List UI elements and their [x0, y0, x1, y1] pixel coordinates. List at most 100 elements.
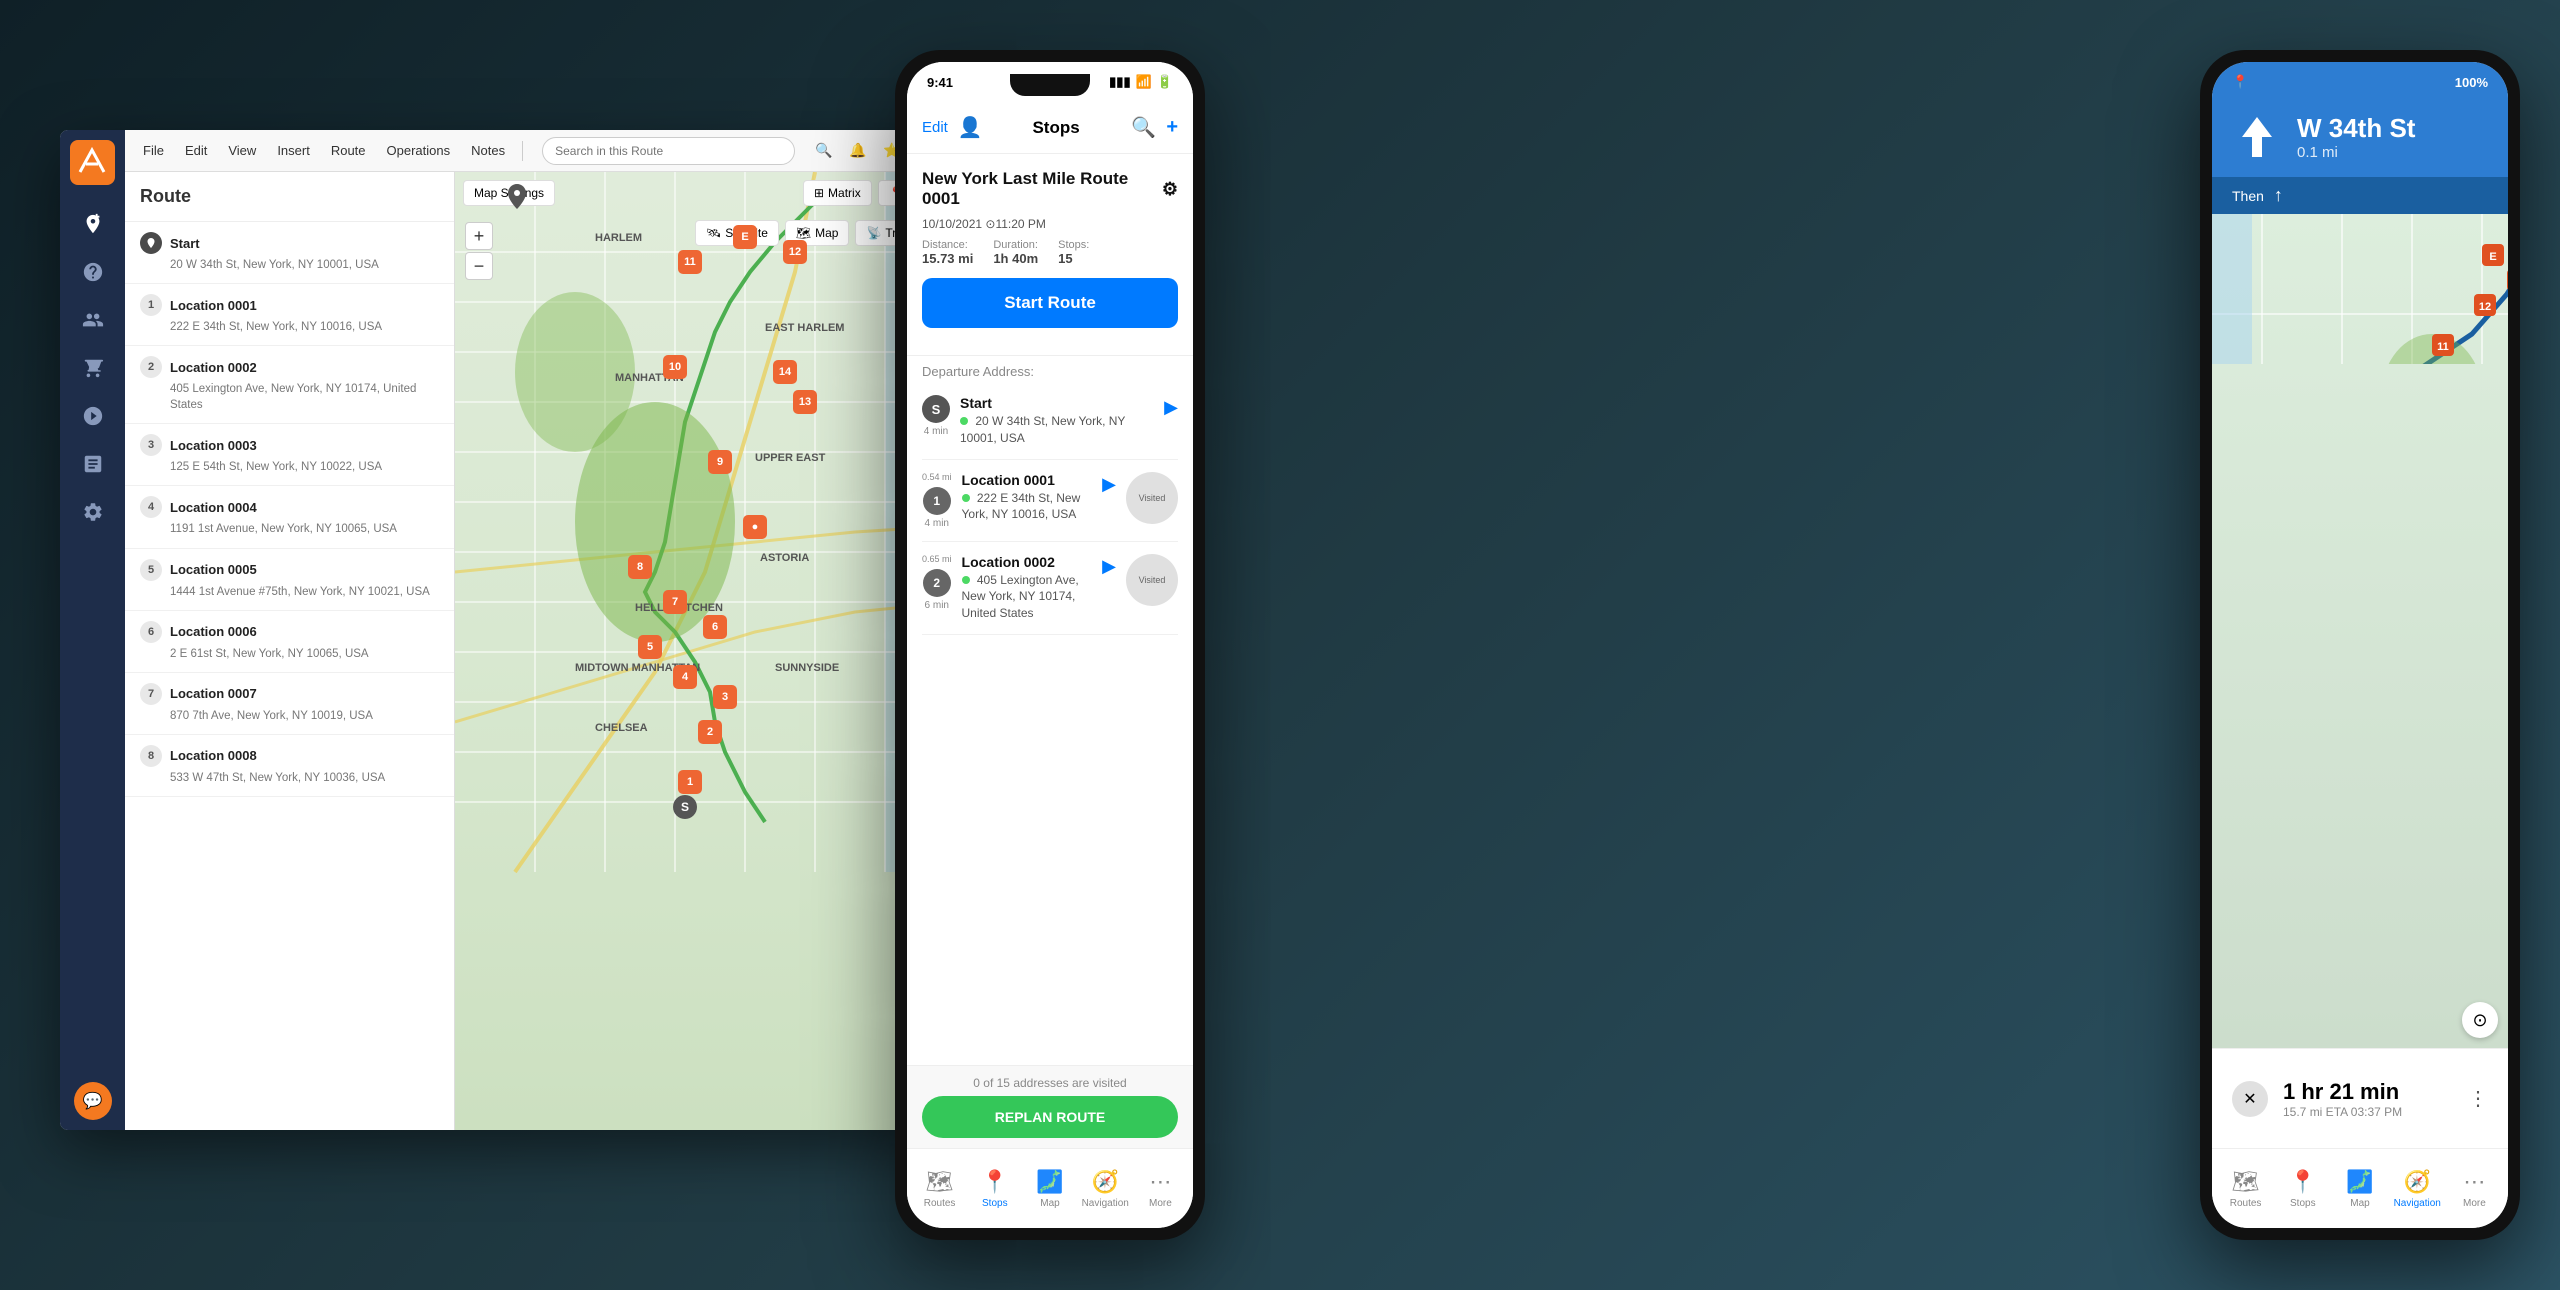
- map-area[interactable]: HARLEM MANHATTAN EAST HARLEM UPPER EAST …: [455, 172, 950, 1130]
- list-item[interactable]: 5 Location 0005 1444 1st Avenue #75th, N…: [125, 549, 454, 611]
- nav-navigation[interactable]: 🧭 Navigation: [1078, 1169, 1133, 1209]
- sidebar-icon-help[interactable]: [74, 253, 112, 291]
- nav-stops[interactable]: 📍 Stops: [967, 1169, 1022, 1209]
- phone2-nav-map[interactable]: 🗾 Map: [2331, 1169, 2388, 1209]
- map-marker-10[interactable]: 10: [663, 355, 687, 379]
- sidebar-icon-team[interactable]: [74, 397, 112, 435]
- zoom-in-btn[interactable]: +: [465, 222, 493, 250]
- svg-text:11: 11: [2437, 341, 2449, 353]
- sidebar-icon-analytics[interactable]: [74, 445, 112, 483]
- stop-time-2: 6 min: [925, 600, 949, 611]
- battery-100: 100%: [2455, 75, 2488, 90]
- sidebar-icon-addstop[interactable]: [74, 205, 112, 243]
- route-header-label: Route: [140, 186, 191, 207]
- nav-arrow-icon-2[interactable]: ▶: [1102, 554, 1116, 577]
- sidebar-icon-orders[interactable]: [74, 349, 112, 387]
- list-item[interactable]: 8 Location 0008 533 W 47th St, New York,…: [125, 735, 454, 797]
- map-marker-1[interactable]: 1: [678, 770, 702, 794]
- bell-icon[interactable]: 🔔: [844, 137, 872, 165]
- route-info-row: Distance: 15.73 mi Duration: 1h 40m Stop…: [922, 239, 1178, 266]
- nav-arrow-icon[interactable]: ▶: [1164, 395, 1178, 418]
- map-marker-11[interactable]: 11: [678, 250, 702, 274]
- search-header-icon[interactable]: 🔍: [1131, 115, 1156, 140]
- phone2-nav-routes[interactable]: 🗺 Routes: [2217, 1169, 2274, 1209]
- nav-more[interactable]: ⋯ More: [1133, 1169, 1188, 1209]
- nav-close-btn[interactable]: ✕: [2232, 1081, 2268, 1117]
- app-logo[interactable]: [70, 140, 115, 185]
- stop-info-1: Location 0001 222 E 34th St, New York, N…: [962, 472, 1093, 524]
- map-marker-p[interactable]: ●: [743, 515, 767, 539]
- phone2-nav-more[interactable]: ⋯ More: [2446, 1169, 2503, 1209]
- phone2-nav-navigation[interactable]: 🧭 Navigation: [2389, 1169, 2446, 1209]
- route-start-item[interactable]: Start 20 W 34th St, New York, NY 10001, …: [125, 222, 454, 284]
- stop-address-1: 222 E 34th St, New York, NY 10016, USA: [962, 490, 1093, 524]
- phone-1-body: 9:41 ▮▮▮ 📶 🔋 Edit 👤 Stops 🔍 +: [907, 62, 1193, 1228]
- list-item[interactable]: 1 Location 0001 222 E 34th St, New York,…: [125, 284, 454, 346]
- map-marker-2[interactable]: 2: [698, 720, 722, 744]
- sidebar-chat-icon[interactable]: 💬: [74, 1082, 112, 1120]
- map-marker-8[interactable]: 8: [628, 555, 652, 579]
- map-marker-13[interactable]: 13: [793, 390, 817, 414]
- matrix-btn[interactable]: ⊞ Matrix: [803, 180, 872, 206]
- stops-list: Departure Address: S 4 min Start 20 W 34…: [907, 356, 1193, 1065]
- edit-btn[interactable]: Edit: [922, 119, 948, 136]
- map-marker-14[interactable]: 14: [773, 360, 797, 384]
- stop-line: S 4 min: [922, 395, 950, 437]
- phone2-nav-routes-label: Routes: [2230, 1198, 2262, 1209]
- map-marker-6[interactable]: 6: [703, 615, 727, 639]
- list-item[interactable]: 6 Location 0006 2 E 61st St, New York, N…: [125, 611, 454, 673]
- recenter-btn[interactable]: ⊙: [2462, 1002, 2498, 1038]
- menu-insert[interactable]: Insert: [269, 139, 318, 162]
- map-marker-start[interactable]: S: [673, 795, 697, 819]
- route-list: Route Start 20 W 34th St, New York, NY 1…: [125, 172, 455, 1130]
- nav-routes[interactable]: 🗺 Routes: [912, 1169, 967, 1209]
- map-marker-3[interactable]: 3: [713, 685, 737, 709]
- menu-operations[interactable]: Operations: [379, 139, 459, 162]
- nav-map[interactable]: E 12 13 11 14 15 10 9: [2212, 214, 2508, 1048]
- stop-number: 6: [140, 621, 162, 643]
- map-marker-4[interactable]: 4: [673, 665, 697, 689]
- menu-edit[interactable]: Edit: [177, 139, 215, 162]
- phone2-stops-icon: 📍: [2289, 1169, 2316, 1195]
- menu-notes[interactable]: Notes: [463, 139, 513, 162]
- app-header: Edit 👤 Stops 🔍 +: [907, 102, 1193, 154]
- stop-time: 4 min: [924, 426, 948, 437]
- stop-dot-start: S: [922, 395, 950, 423]
- sidebar-icon-users[interactable]: [74, 301, 112, 339]
- nav-arrow-icon-1[interactable]: ▶: [1102, 472, 1116, 495]
- nav-map[interactable]: 🗾 Map: [1022, 1169, 1077, 1209]
- start-route-btn[interactable]: Start Route: [922, 278, 1178, 328]
- replan-btn[interactable]: REPLAN ROUTE: [922, 1096, 1178, 1138]
- nav-more-btn[interactable]: ⋮: [2468, 1086, 2488, 1111]
- list-item[interactable]: 3 Location 0003 125 E 54th St, New York,…: [125, 424, 454, 486]
- stop-dot-1: 1: [923, 487, 951, 515]
- list-item[interactable]: 4 Location 0004 1191 1st Avenue, New Yor…: [125, 486, 454, 548]
- add-stop-btn[interactable]: +: [1166, 116, 1178, 139]
- phone2-nav-stops[interactable]: 📍 Stops: [2274, 1169, 2331, 1209]
- menu-route[interactable]: Route: [323, 139, 374, 162]
- settings-gear-icon[interactable]: ⚙: [1162, 179, 1178, 200]
- route-info-title: New York Last Mile Route 0001 ⚙: [922, 169, 1178, 209]
- visited-btn-1[interactable]: Visited: [1126, 472, 1178, 524]
- visited-btn-2[interactable]: Visited: [1126, 554, 1178, 606]
- zoom-out-btn[interactable]: −: [465, 252, 493, 280]
- menu-file[interactable]: File: [135, 139, 172, 162]
- map-icon: 🗺: [796, 226, 811, 240]
- search-input[interactable]: [555, 144, 764, 158]
- stop-item-start: S 4 min Start 20 W 34th St, New York, NY…: [922, 383, 1178, 460]
- list-item[interactable]: 2 Location 0002 405 Lexington Ave, New Y…: [125, 346, 454, 424]
- search-icon[interactable]: 🔍: [810, 137, 838, 165]
- header-title: Stops: [991, 118, 1122, 138]
- search-input-wrapper: [542, 137, 795, 165]
- map-marker-9[interactable]: 9: [708, 450, 732, 474]
- list-item[interactable]: 7 Location 0007 870 7th Ave, New York, N…: [125, 673, 454, 735]
- map-marker-e[interactable]: E: [733, 225, 757, 249]
- map-marker-12[interactable]: 12: [783, 240, 807, 264]
- menu-bar: File Edit View Insert Route Operations N…: [125, 130, 950, 172]
- map-marker-5[interactable]: 5: [638, 635, 662, 659]
- stop-number: 5: [140, 559, 162, 581]
- menu-view[interactable]: View: [220, 139, 264, 162]
- nav-map-label: Map: [1040, 1198, 1059, 1209]
- map-marker-7[interactable]: 7: [663, 590, 687, 614]
- sidebar-icon-settings[interactable]: [74, 493, 112, 531]
